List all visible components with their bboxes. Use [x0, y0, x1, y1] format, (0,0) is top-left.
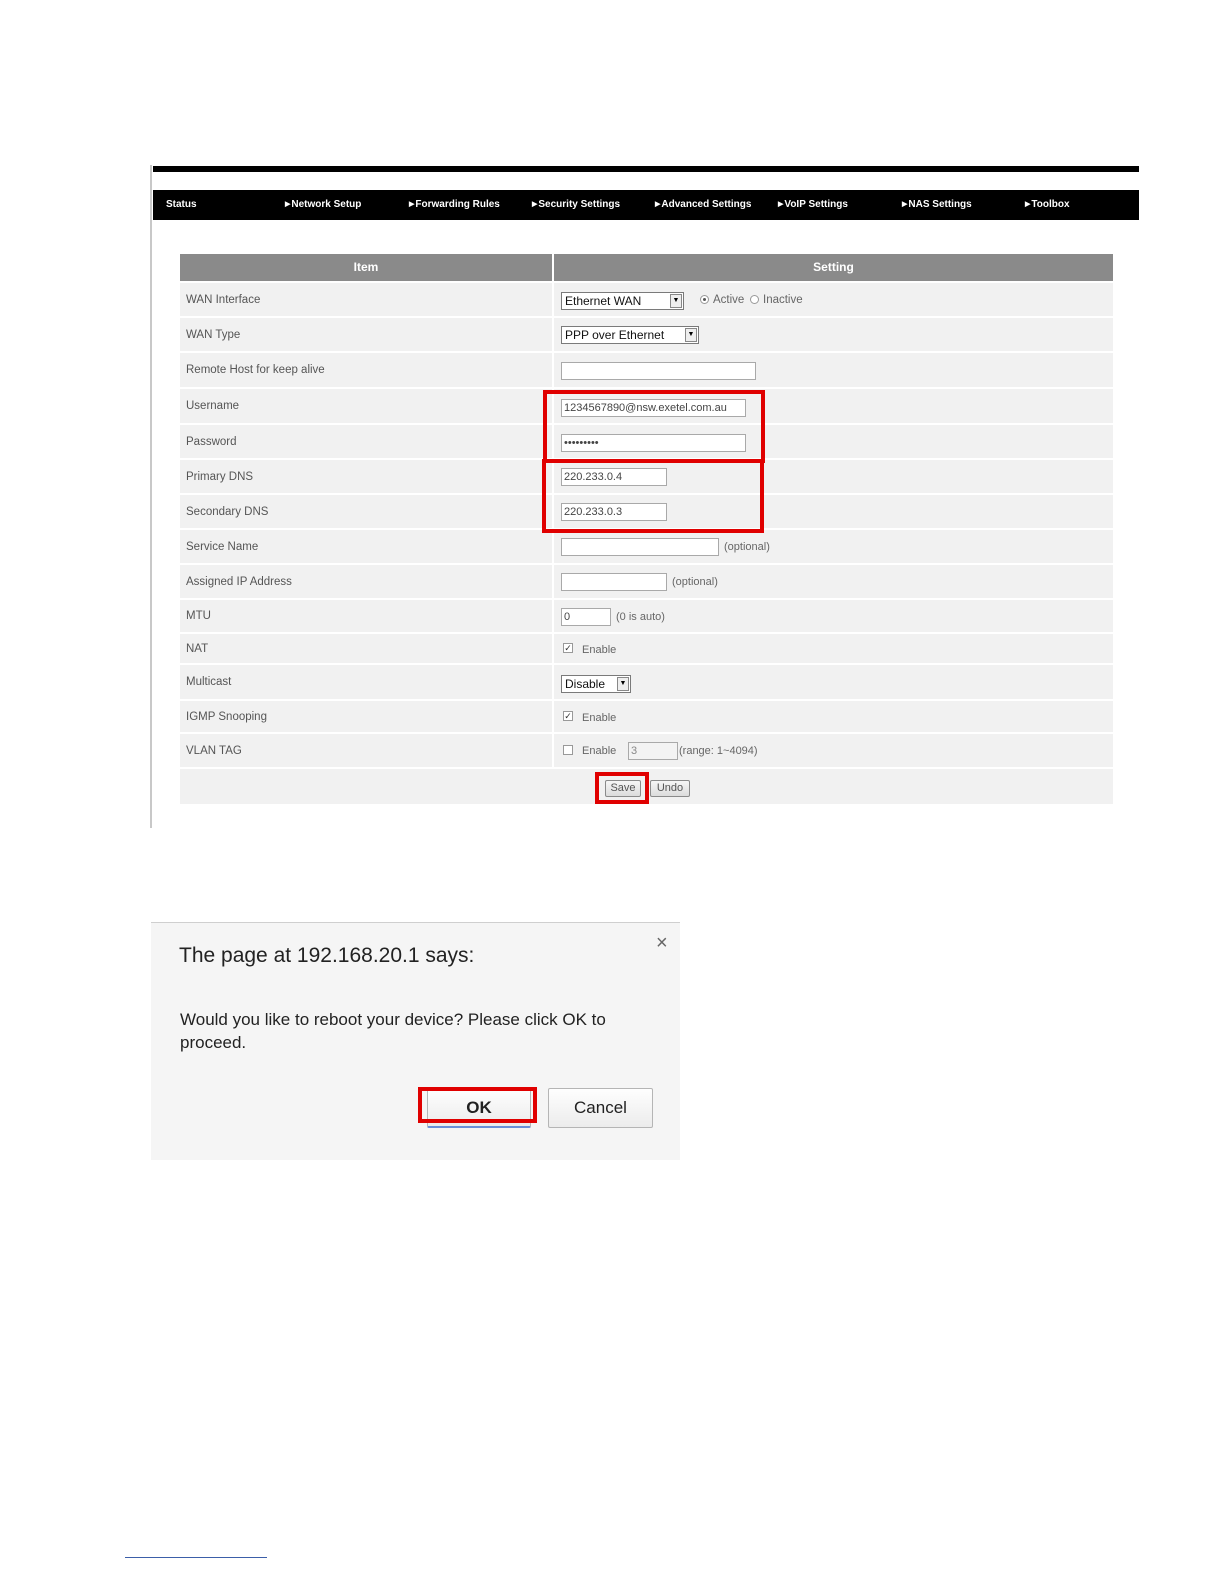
- triangle-right-icon: ▶: [655, 201, 661, 208]
- table-row: Multicast Disable ▼: [180, 665, 1113, 701]
- top-bar: [153, 166, 1139, 172]
- table-row: Remote Host for keep alive: [180, 353, 1113, 389]
- wan-interface-select[interactable]: Ethernet WAN ▼: [561, 292, 684, 310]
- nav-forwarding-rules[interactable]: ▶Forwarding Rules: [409, 190, 500, 220]
- nat-label: NAT: [186, 642, 209, 655]
- assigned-ip-label: Assigned IP Address: [186, 575, 292, 588]
- highlight-ok: [418, 1087, 537, 1123]
- secondary-dns-label: Secondary DNS: [186, 505, 269, 518]
- triangle-right-icon: ▶: [285, 201, 291, 208]
- triangle-right-icon: ▶: [409, 201, 415, 208]
- vlan-tag-label: VLAN TAG: [186, 744, 242, 757]
- nav-nas-settings[interactable]: ▶NAS Settings: [902, 190, 972, 220]
- vlan-tag-input[interactable]: 3: [628, 742, 678, 760]
- screenshot-border: [150, 165, 152, 828]
- multicast-label: Multicast: [186, 676, 232, 688]
- wan-type-label: WAN Type: [186, 328, 241, 341]
- wan-type-select[interactable]: PPP over Ethernet ▼: [561, 326, 699, 344]
- table-row: Service Name (optional): [180, 530, 1113, 565]
- triangle-right-icon: ▶: [902, 201, 908, 208]
- highlight-credentials: [543, 390, 765, 463]
- assigned-ip-input[interactable]: [561, 573, 667, 591]
- close-icon[interactable]: ×: [656, 932, 668, 955]
- nav-network-setup[interactable]: ▶Network Setup: [285, 190, 361, 220]
- nat-enable-label: Enable: [582, 644, 617, 656]
- main-nav: Status ▶Network Setup ▶Forwarding Rules …: [153, 190, 1139, 220]
- mtu-input[interactable]: 0: [561, 608, 611, 626]
- password-label: Password: [186, 435, 237, 448]
- footnote-line: [125, 1557, 267, 1558]
- nav-voip-settings[interactable]: ▶VoIP Settings: [778, 190, 848, 220]
- vlan-enable-checkbox[interactable]: [563, 745, 573, 755]
- table-row: MTU 0 (0 is auto): [180, 600, 1113, 634]
- table-row: VLAN TAG Enable 3 (range: 1~4094): [180, 734, 1113, 769]
- assigned-ip-note: (optional): [672, 576, 718, 588]
- table-row: NAT ✓ Enable: [180, 634, 1113, 665]
- mtu-note: (0 is auto): [616, 611, 665, 623]
- triangle-right-icon: ▶: [1025, 201, 1031, 208]
- username-label: Username: [186, 400, 240, 412]
- wan-interface-label: WAN Interface: [186, 293, 261, 306]
- table-row: IGMP Snooping ✓ Enable: [180, 701, 1113, 734]
- inactive-radio[interactable]: [750, 295, 759, 304]
- table-row: WAN Interface Ethernet WAN ▼ Active Inact…: [180, 283, 1113, 318]
- table-row: WAN Type PPP over Ethernet ▼: [180, 318, 1113, 353]
- table-row: Assigned IP Address (optional): [180, 565, 1113, 600]
- dialog-title: The page at 192.168.20.1 says:: [179, 944, 475, 967]
- nav-advanced-settings[interactable]: ▶Advanced Settings: [655, 190, 751, 220]
- remote-host-label: Remote Host for keep alive: [186, 364, 325, 376]
- inactive-label: Inactive: [763, 294, 803, 306]
- igmp-enable-label: Enable: [582, 712, 617, 724]
- service-name-input[interactable]: [561, 538, 719, 556]
- column-header-item: Item: [180, 254, 552, 281]
- cancel-button[interactable]: Cancel: [548, 1088, 653, 1128]
- vlan-range-note: (range: 1~4094): [679, 745, 758, 757]
- highlight-dns: [542, 459, 764, 533]
- mtu-label: MTU: [186, 610, 211, 622]
- undo-button[interactable]: Undo: [650, 780, 690, 797]
- dropdown-arrow-icon: ▼: [685, 328, 697, 342]
- dialog-message: Would you like to reboot your device? Pl…: [180, 1010, 606, 1052]
- active-radio[interactable]: [700, 295, 709, 304]
- remote-host-input[interactable]: [561, 362, 756, 380]
- nav-toolbox[interactable]: ▶Toolbox: [1025, 190, 1070, 220]
- triangle-right-icon: ▶: [532, 201, 538, 208]
- active-label: Active: [713, 294, 745, 306]
- highlight-save: [595, 772, 649, 804]
- primary-dns-label: Primary DNS: [186, 470, 254, 483]
- service-name-label: Service Name: [186, 540, 259, 553]
- dropdown-arrow-icon: ▼: [670, 294, 682, 308]
- service-name-note: (optional): [724, 541, 770, 553]
- dropdown-arrow-icon: ▼: [617, 677, 629, 691]
- nav-security-settings[interactable]: ▶Security Settings: [532, 190, 620, 220]
- nat-enable-checkbox[interactable]: ✓: [563, 643, 573, 653]
- nav-status[interactable]: Status: [166, 190, 197, 220]
- igmp-snooping-label: IGMP Snooping: [186, 710, 267, 723]
- multicast-select[interactable]: Disable ▼: [561, 675, 631, 693]
- triangle-right-icon: ▶: [778, 201, 784, 208]
- vlan-enable-label: Enable: [582, 745, 617, 757]
- column-header-setting: Setting: [554, 254, 1113, 281]
- igmp-enable-checkbox[interactable]: ✓: [563, 711, 573, 721]
